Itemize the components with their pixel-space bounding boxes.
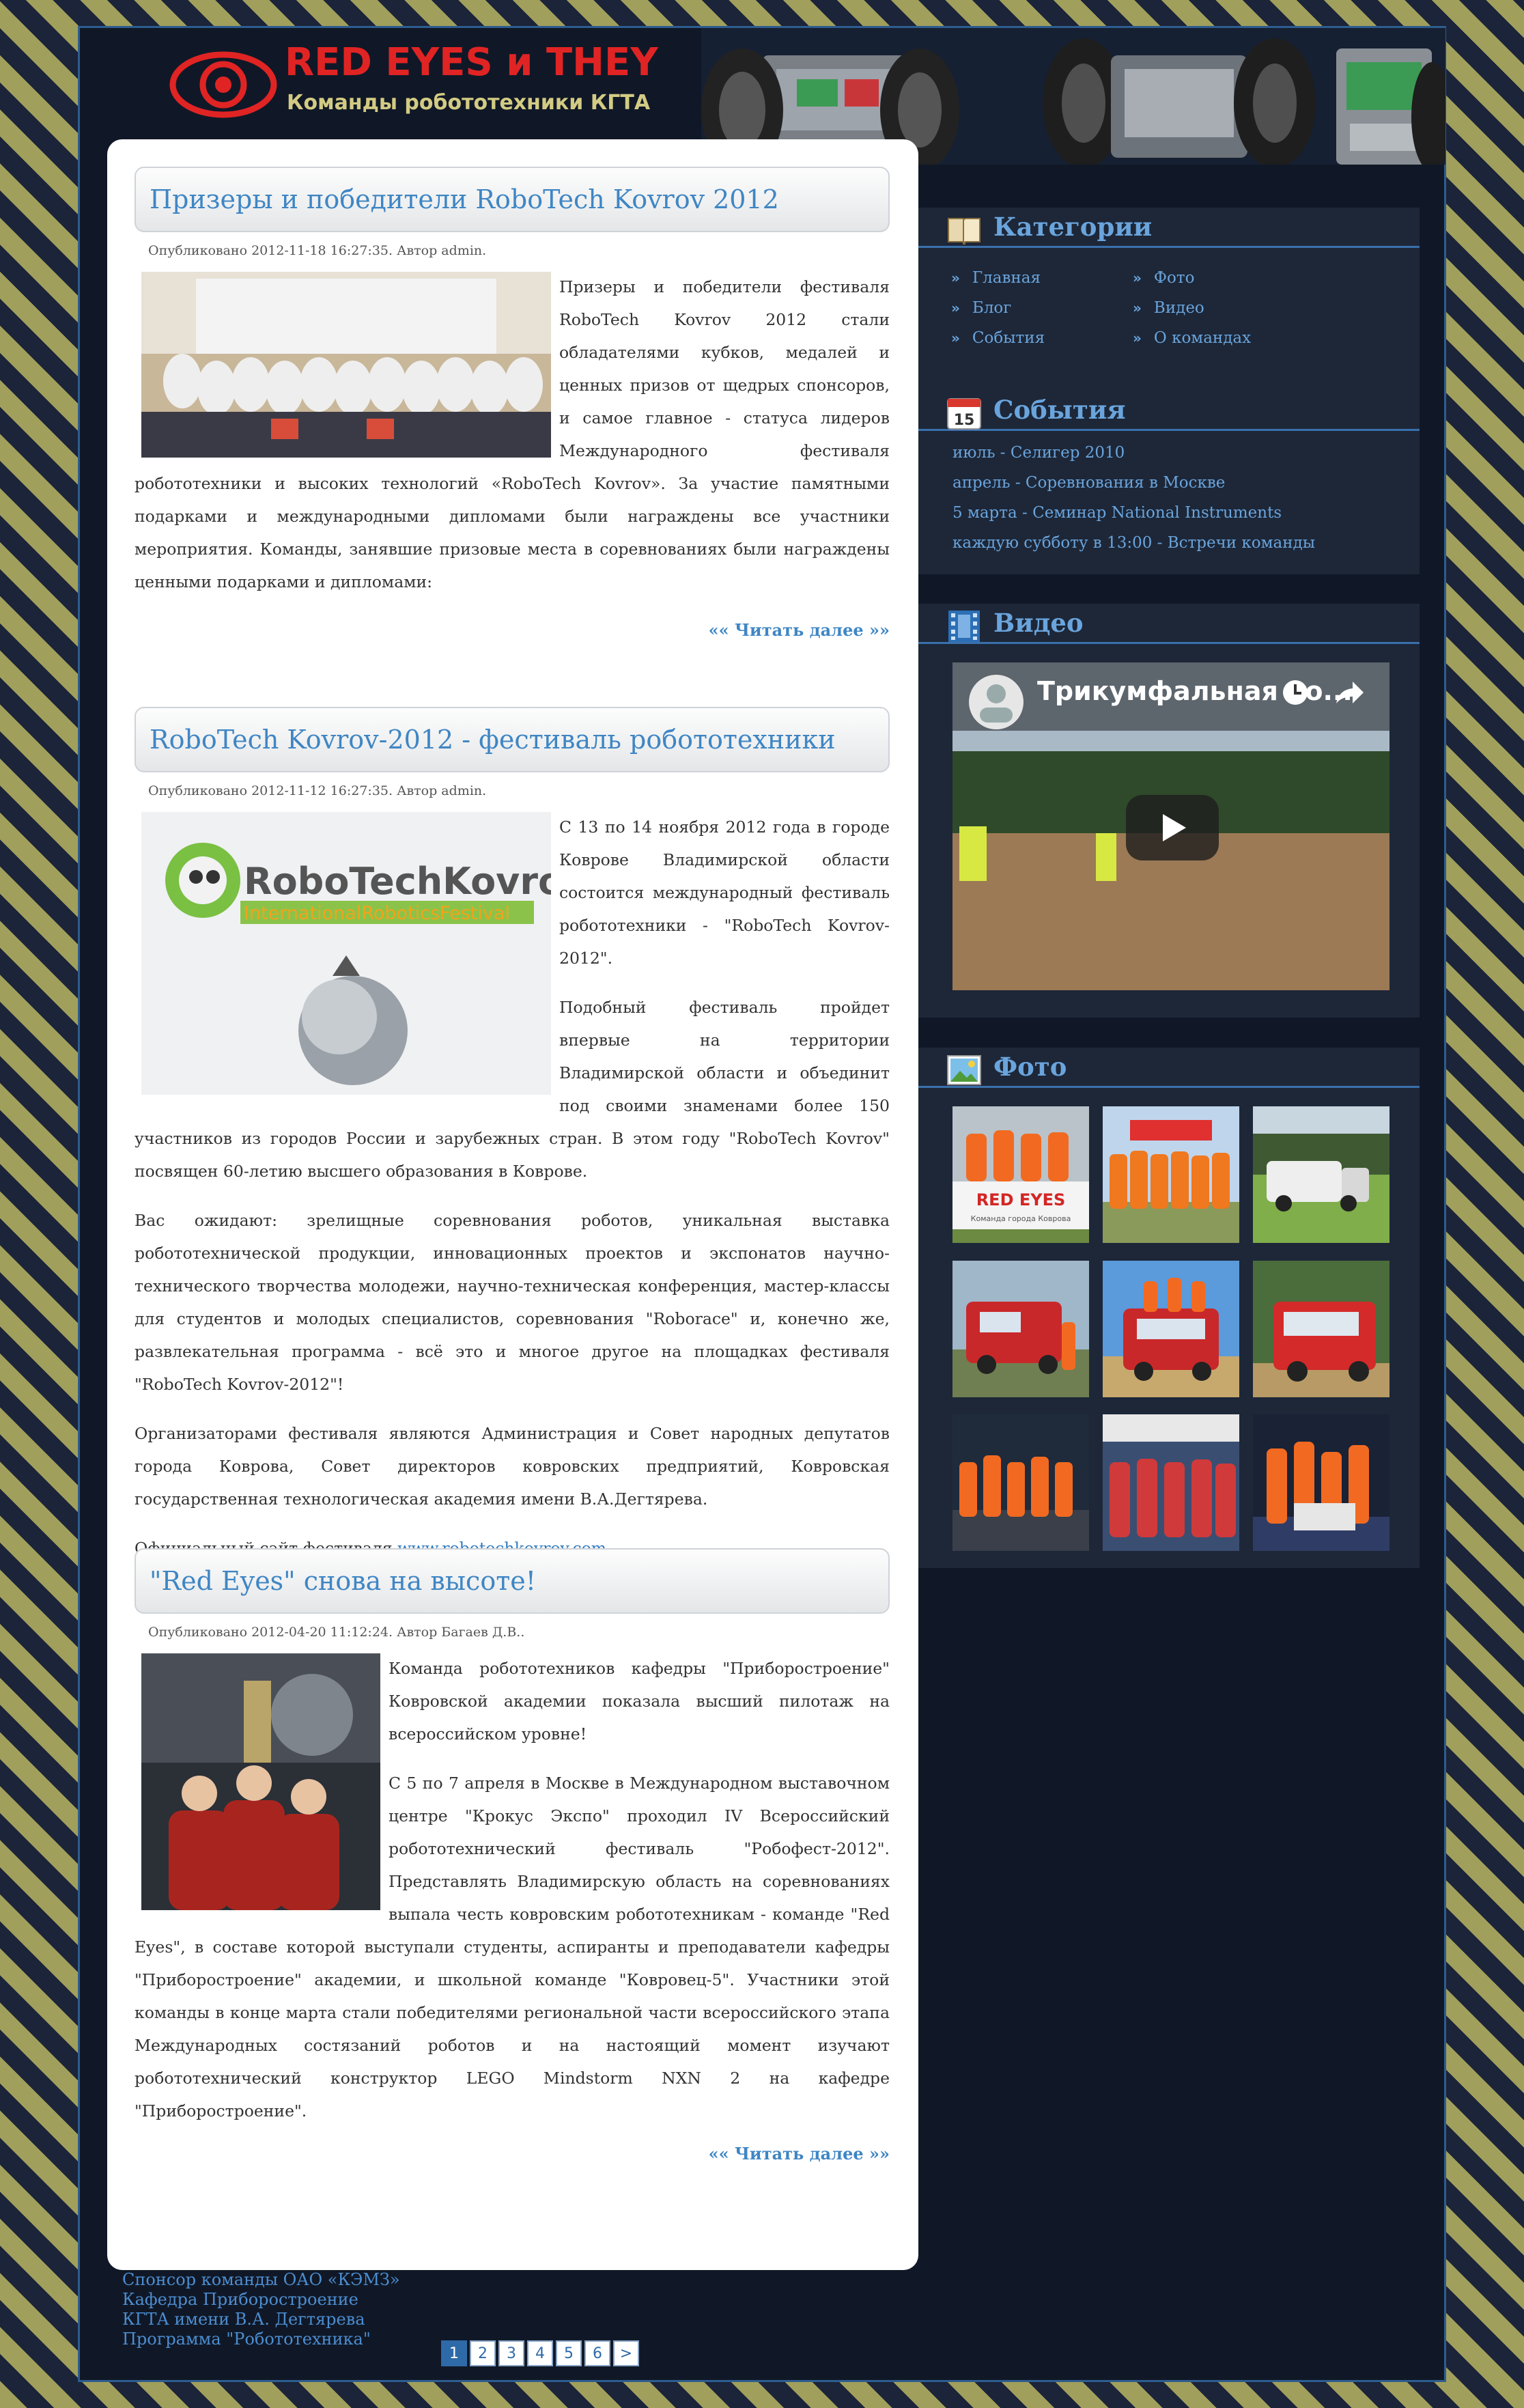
- photo-widget: Фото RED EYES Команда города Коврова: [918, 1048, 1420, 1568]
- page-3-button[interactable]: 3: [498, 2340, 524, 2366]
- post-body: Призеры и победители фестиваля RoboTech …: [135, 270, 890, 615]
- photo-thumbnail[interactable]: [1103, 1106, 1239, 1243]
- photo-thumbnail[interactable]: [1253, 1106, 1389, 1243]
- double-chevron-icon: »: [1133, 330, 1142, 346]
- share-icon[interactable]: [1335, 679, 1365, 706]
- double-chevron-icon: »: [1133, 300, 1142, 316]
- post-title[interactable]: Призеры и победители RoboTech Kovrov 201…: [150, 184, 779, 214]
- banner-subtext: Команда города Коврова: [971, 1214, 1071, 1223]
- page-frame: RED EYES и THEY Команды робототехники КГ…: [78, 26, 1446, 2382]
- photo-thumbnail[interactable]: [1253, 1414, 1389, 1551]
- double-chevron-icon: »: [951, 330, 960, 346]
- picture-icon: [947, 1055, 981, 1085]
- read-more-link[interactable]: «« Читать далее »»: [135, 2144, 890, 2164]
- photo-thumbnail[interactable]: [952, 1414, 1089, 1551]
- site-title[interactable]: RED EYES и THEY: [285, 40, 658, 85]
- page-6-button[interactable]: 6: [584, 2340, 610, 2366]
- page-2-button[interactable]: 2: [470, 2340, 496, 2366]
- post-title-box[interactable]: RoboTech Kovrov-2012 - фестиваль роботот…: [135, 707, 890, 772]
- post-body: RoboTechKovrov InternationalRoboticsFest…: [135, 811, 890, 1565]
- calendar-icon: 15: [947, 398, 981, 430]
- category-item-blog[interactable]: » Блог: [951, 299, 1011, 317]
- post-image: RoboTechKovrov InternationalRoboticsFest…: [141, 812, 551, 1095]
- main-content: Призеры и победители RoboTech Kovrov 201…: [107, 139, 918, 2366]
- widget-header: Категории: [918, 208, 1420, 248]
- category-item-video[interactable]: » Видео: [1133, 299, 1204, 317]
- book-icon: [948, 218, 980, 245]
- festival-logo-text: RoboTechKovrov: [244, 860, 551, 903]
- widget-header: Фото: [918, 1048, 1420, 1088]
- post-image: [141, 1653, 380, 1910]
- page-1-button[interactable]: 1: [441, 2340, 467, 2366]
- festival-logo-subtext: InternationalRoboticsFestival: [244, 903, 510, 924]
- play-icon[interactable]: [1126, 795, 1219, 860]
- widget-title: Видео: [993, 608, 1084, 638]
- event-item[interactable]: каждую субботу в 13:00 - Встречи команды: [952, 534, 1315, 552]
- clock-icon[interactable]: [1280, 677, 1310, 708]
- post-text: Организаторами фестиваля являются Админи…: [135, 1424, 890, 1509]
- post-text: Вас ожидают: зрелищные соревнования робо…: [135, 1211, 890, 1394]
- banner-text: RED EYES: [976, 1190, 1066, 1209]
- footer-link[interactable]: Спонсор команды ОАО «КЭМЗ»: [122, 2270, 400, 2290]
- red-eye-logo-icon[interactable]: [169, 47, 278, 122]
- post: "Red Eyes" снова на высоте! Опубликовано…: [135, 1548, 890, 2164]
- page-5-button[interactable]: 5: [556, 2340, 582, 2366]
- widget-header: 15 События: [918, 391, 1420, 431]
- page-4-button[interactable]: 4: [527, 2340, 553, 2366]
- events-widget: 15 События июль - Селигер 2010 апрель - …: [918, 391, 1420, 574]
- double-chevron-icon: »: [951, 270, 960, 286]
- video-widget: Видео Трикумфальная по...: [918, 604, 1420, 1018]
- next-page-button[interactable]: >: [613, 2340, 639, 2366]
- post-title[interactable]: RoboTech Kovrov-2012 - фестиваль роботот…: [150, 725, 836, 755]
- calendar-day: 15: [954, 412, 975, 429]
- widget-title: События: [993, 395, 1126, 425]
- category-item-about[interactable]: » О командах: [1133, 329, 1251, 347]
- video-player[interactable]: Трикумфальная по...: [952, 662, 1389, 990]
- photo-thumbnail[interactable]: [1253, 1261, 1389, 1397]
- post-body: Команда робототехников кафедры "Приборос…: [135, 1652, 890, 2127]
- footer-link[interactable]: Программа "Робототехника": [122, 2329, 400, 2349]
- event-item[interactable]: 5 марта - Семинар National Instruments: [952, 504, 1282, 522]
- category-item-events[interactable]: » События: [951, 329, 1045, 347]
- event-item[interactable]: июль - Селигер 2010: [952, 444, 1125, 462]
- footer-link[interactable]: Кафедра Приборостроение: [122, 2290, 400, 2310]
- event-item[interactable]: апрель - Соревнования в Москве: [952, 474, 1225, 492]
- read-more-link[interactable]: «« Читать далее »»: [135, 620, 890, 640]
- site-subtitle: Команды робототехники КГТА: [287, 91, 651, 115]
- double-chevron-icon: »: [951, 300, 960, 316]
- post-title-box[interactable]: Призеры и победители RoboTech Kovrov 201…: [135, 167, 890, 232]
- photo-thumbnail[interactable]: [952, 1261, 1089, 1397]
- categories-widget: Категории » Главная » Фото » Блог » Видео » С…: [918, 208, 1420, 391]
- category-item-home[interactable]: » Главная: [951, 269, 1041, 287]
- photo-thumbnail[interactable]: [1103, 1261, 1239, 1397]
- post-title-box[interactable]: "Red Eyes" снова на высоте!: [135, 1548, 890, 1614]
- post-meta: Опубликовано 2012-11-12 16:27:35. Автор …: [148, 783, 487, 798]
- double-chevron-icon: »: [1133, 270, 1142, 286]
- film-icon: [948, 611, 980, 642]
- post: RoboTech Kovrov-2012 - фестиваль роботот…: [135, 707, 890, 1581]
- widget-title: Фото: [993, 1052, 1067, 1082]
- pagination: 1 2 3 4 5 6 >: [441, 2340, 639, 2366]
- post-image: [141, 272, 551, 458]
- post-title[interactable]: "Red Eyes" снова на высоте!: [150, 1566, 536, 1596]
- post: Призеры и победители RoboTech Kovrov 201…: [135, 167, 890, 640]
- post-meta: Опубликовано 2012-04-20 11:12:24. Автор …: [148, 1625, 525, 1640]
- photo-thumbnail[interactable]: RED EYES Команда города Коврова: [952, 1106, 1089, 1243]
- footer-links: Спонсор команды ОАО «КЭМЗ» Кафедра Прибо…: [122, 2270, 400, 2349]
- footer-link[interactable]: КГТА имени В.А. Дегтярева: [122, 2310, 400, 2329]
- post-meta: Опубликовано 2012-11-18 16:27:35. Автор …: [148, 243, 487, 258]
- photo-thumbnail[interactable]: [1103, 1414, 1239, 1551]
- widget-header: Видео: [918, 604, 1420, 644]
- widget-title: Категории: [993, 212, 1153, 242]
- category-item-photo[interactable]: » Фото: [1133, 269, 1194, 287]
